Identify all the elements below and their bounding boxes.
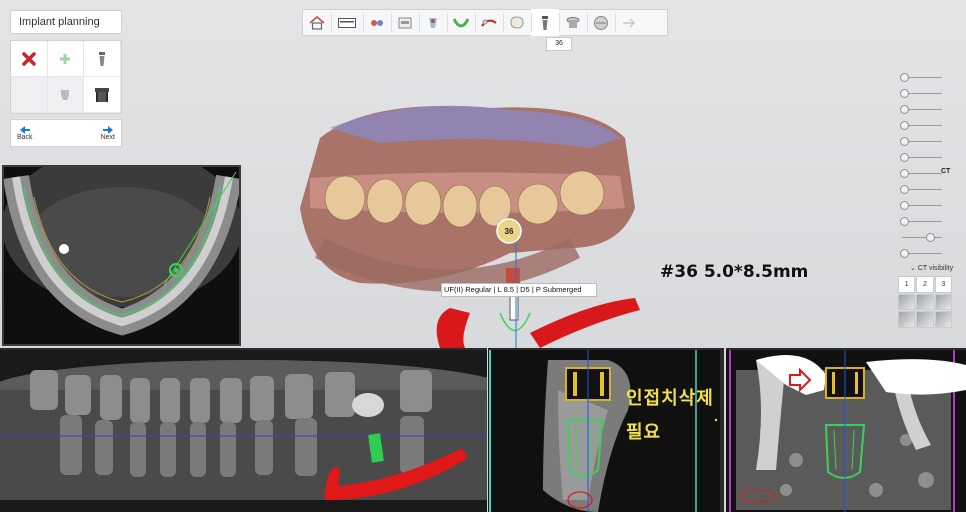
view-right-icon[interactable]	[934, 293, 952, 311]
opacity-slider-antagonist[interactable]	[896, 104, 948, 114]
view-back-icon[interactable]	[934, 311, 952, 328]
home-icon	[309, 15, 325, 30]
opacity-slider-guide[interactable]	[896, 216, 948, 226]
opacity-slider-implant[interactable]	[896, 120, 948, 130]
opacity-slider-face[interactable]	[896, 184, 948, 194]
cross-section-view-1[interactable]: 인접치삭제 필요	[488, 348, 724, 512]
view-tab-1[interactable]: 1	[898, 276, 916, 293]
clinical-note-line1: 인접치삭제	[626, 388, 714, 409]
next-button[interactable]: Next	[101, 120, 115, 146]
scan-merge-icon	[371, 19, 383, 26]
view-tab-2[interactable]: 2	[916, 276, 934, 293]
step-export[interactable]	[615, 9, 643, 36]
implant-tool-button[interactable]	[84, 41, 121, 77]
sleeve-icon	[566, 16, 580, 28]
cross-section-image-1	[488, 350, 724, 512]
card-icon	[338, 17, 356, 28]
implant-spec-annotation: #36 5.0*8.5mm	[660, 262, 809, 282]
plus-icon	[60, 53, 71, 64]
tooth-number-badge: 36	[505, 227, 514, 236]
brightness-slider[interactable]	[896, 232, 948, 242]
arch-icon	[453, 17, 469, 27]
step-crown[interactable]	[503, 9, 531, 36]
tooth-number-tooltip: 36	[546, 37, 572, 51]
arrow-right-icon	[102, 125, 113, 134]
axial-ct-image	[4, 167, 239, 344]
abutment-tool-button[interactable]	[47, 77, 85, 113]
step-guide[interactable]	[587, 9, 615, 36]
view-top-icon[interactable]	[898, 311, 916, 328]
nerve-icon	[481, 19, 497, 27]
ct-slider-label: CT	[941, 168, 951, 175]
view-tab-3[interactable]: 3	[934, 276, 952, 293]
view-left-icon[interactable]	[916, 293, 934, 311]
step-sleeve[interactable]	[559, 9, 587, 36]
opacity-slider-nerve[interactable]	[896, 152, 948, 162]
crown-icon	[510, 15, 524, 29]
dental-scan-model: 36	[300, 105, 640, 348]
opacity-slider-sleeve[interactable]	[896, 136, 948, 146]
panel-title: Implant planning	[10, 10, 122, 34]
delete-icon	[22, 51, 36, 66]
step-patient-info[interactable]	[331, 9, 363, 36]
view-front-icon[interactable]	[898, 293, 916, 311]
axial-ct-view[interactable]	[2, 165, 241, 346]
back-label: Back	[17, 133, 33, 141]
export-icon	[623, 17, 636, 28]
tool-grid	[10, 40, 122, 114]
3d-model-view[interactable]: 36	[290, 98, 650, 348]
implant-icon	[542, 15, 548, 30]
step-ct[interactable]	[391, 9, 419, 36]
ct-icon	[398, 17, 412, 28]
sleeve-icon	[95, 87, 110, 102]
cross-section-view-2[interactable]	[726, 348, 966, 512]
panoramic-view[interactable]	[0, 348, 487, 512]
panoramic-image	[0, 350, 487, 512]
contrast-slider[interactable]	[896, 248, 948, 258]
tooth-tooltip-text: 36	[555, 40, 563, 47]
cross-section-image-2	[726, 350, 966, 512]
next-label: Next	[100, 133, 115, 141]
step-nerve[interactable]	[475, 9, 503, 36]
home-button[interactable]	[303, 9, 331, 36]
empty-tool-slot	[11, 77, 48, 113]
view-bottom-icon[interactable]	[916, 311, 934, 328]
step-scan-merge[interactable]	[363, 9, 391, 36]
arrow-left-icon	[19, 125, 30, 134]
implant-info-label: UF(II) Regular | L 8.5 | D5 | P Submerge…	[441, 283, 597, 297]
view-layout-grid: 1 2 3	[898, 276, 952, 328]
add-implant-button[interactable]	[47, 41, 85, 77]
clinical-note-line2: 필요	[626, 422, 662, 443]
abutment-icon	[61, 89, 70, 100]
back-button[interactable]: Back	[17, 120, 33, 146]
step-arch[interactable]	[447, 9, 475, 36]
ct-visibility-label: CT visibility	[917, 265, 954, 272]
workflow-toolbar	[302, 9, 668, 36]
sleeve-tool-button[interactable]	[84, 77, 121, 113]
step-implant[interactable]	[531, 9, 559, 36]
chevron-down-icon: ⌄	[910, 265, 918, 272]
step-registration[interactable]	[419, 9, 447, 36]
ct-visibility-toggle[interactable]: ⌄ CT visibility	[910, 264, 953, 272]
opacity-slider-scan[interactable]	[896, 72, 948, 82]
delete-button[interactable]	[11, 41, 48, 77]
nav-box: Back Next	[10, 119, 122, 147]
opacity-slider-crown[interactable]	[896, 88, 948, 98]
opacity-slider-gingiva[interactable]	[896, 200, 948, 210]
implant-icon	[99, 51, 106, 66]
guide-icon	[594, 15, 608, 30]
registration-icon	[429, 17, 437, 28]
